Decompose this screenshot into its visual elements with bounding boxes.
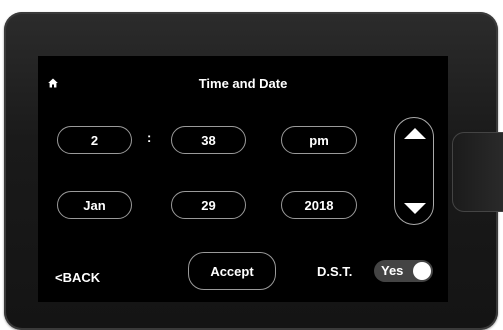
minute-field[interactable]: 38 <box>171 126 246 154</box>
side-button <box>452 132 503 212</box>
toggle-knob <box>413 262 431 280</box>
year-field[interactable]: 2018 <box>281 191 357 219</box>
page-title: Time and Date <box>198 76 288 91</box>
dst-label: D.S.T. <box>317 264 353 279</box>
time-separator: : <box>147 130 152 145</box>
arrow-down-icon[interactable] <box>404 203 426 214</box>
touch-screen: Time and Date 2 : 38 pm Jan 29 2018 <BAC… <box>38 56 448 302</box>
ampm-field[interactable]: pm <box>281 126 357 154</box>
dst-toggle[interactable]: Yes <box>374 260 433 282</box>
month-field[interactable]: Jan <box>57 191 132 219</box>
hour-field[interactable]: 2 <box>57 126 132 154</box>
device-frame: Time and Date 2 : 38 pm Jan 29 2018 <BAC… <box>4 12 498 330</box>
dst-toggle-label: Yes <box>381 263 404 278</box>
up-down-control <box>394 117 434 225</box>
arrow-up-icon[interactable] <box>404 128 426 139</box>
accept-button[interactable]: Accept <box>188 252 276 290</box>
day-field[interactable]: 29 <box>171 191 246 219</box>
back-button[interactable]: <BACK <box>55 270 100 285</box>
